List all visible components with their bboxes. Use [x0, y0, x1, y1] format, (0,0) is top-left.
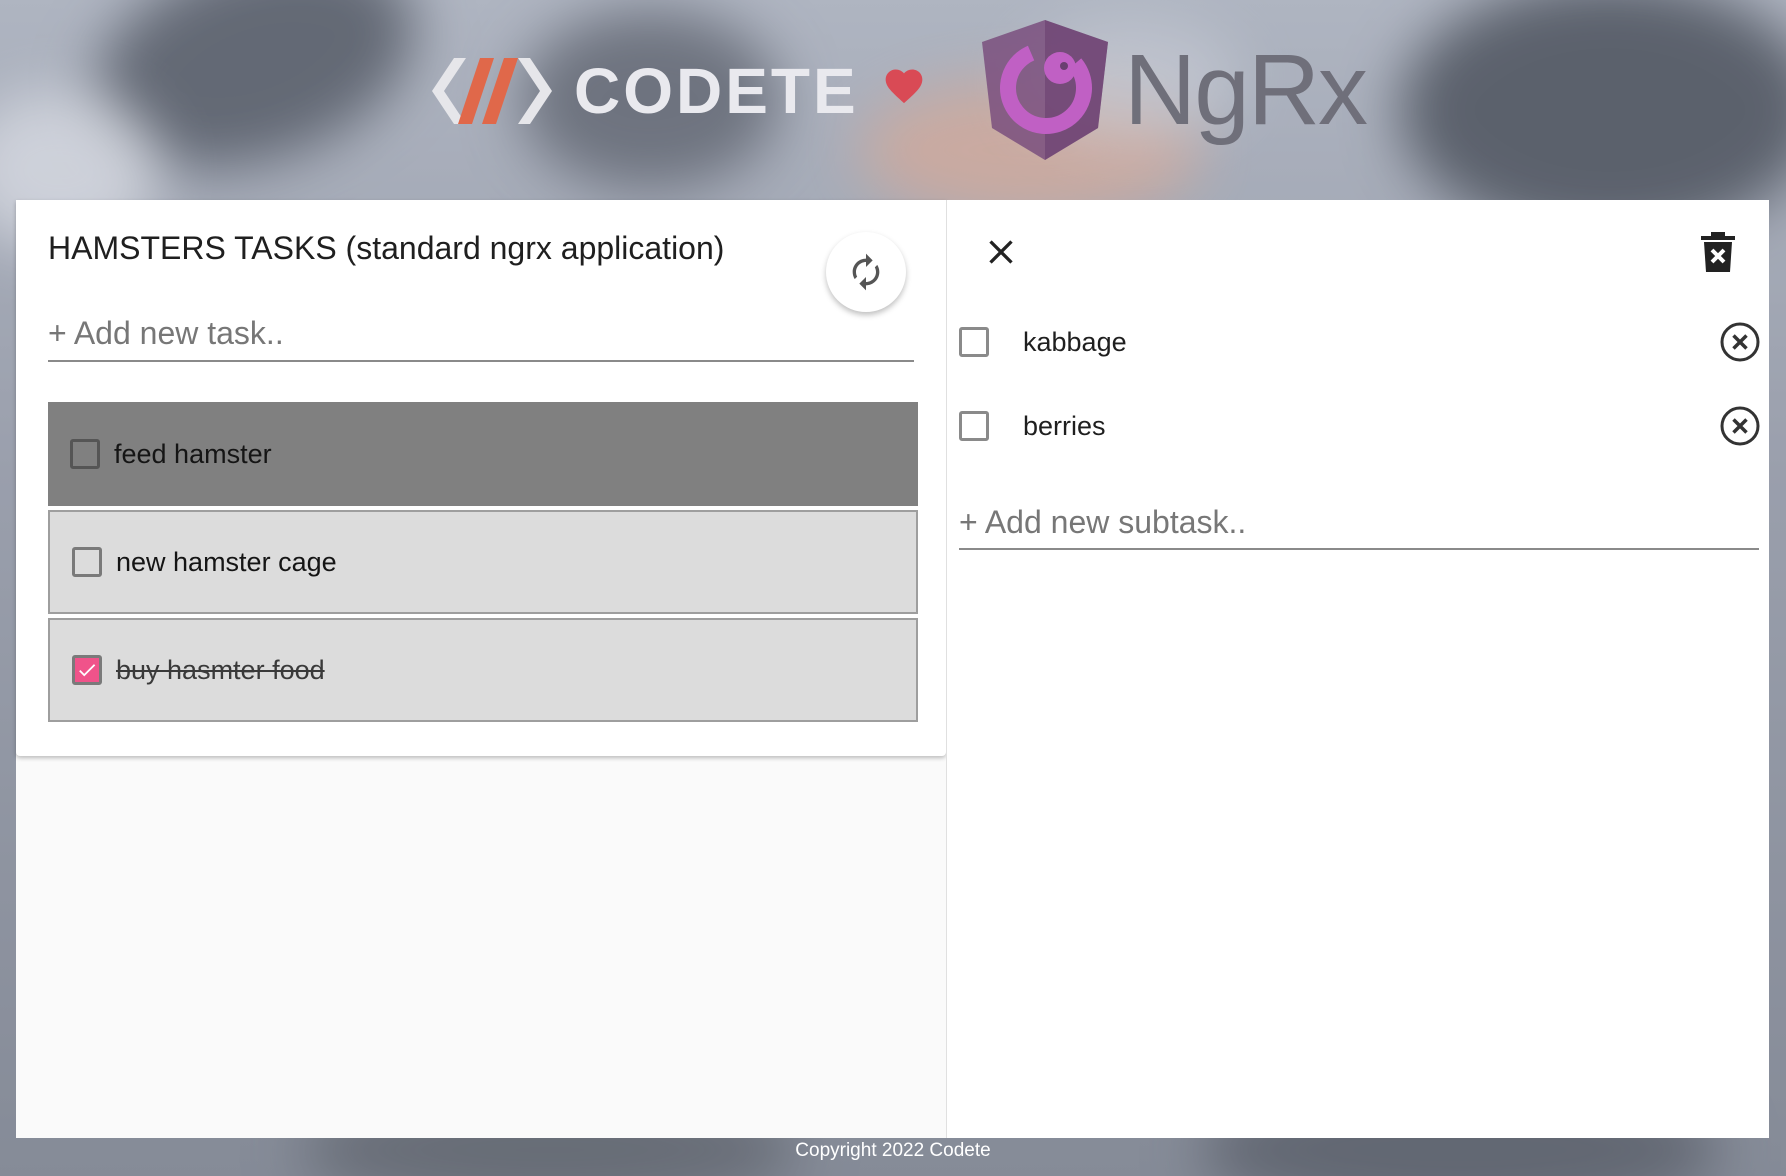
codete-logo-icon [432, 58, 552, 124]
tasks-card: HAMSTERS TASKS (standard ngrx applicatio… [16, 200, 946, 756]
task-label: new hamster cage [116, 546, 337, 577]
remove-subtask-icon[interactable] [1719, 321, 1761, 363]
subtask-label: kabbage [1023, 326, 1127, 357]
task-item[interactable]: new hamster cage [48, 510, 918, 614]
task-checkbox[interactable] [72, 547, 102, 577]
remove-subtask-icon[interactable] [1719, 405, 1761, 447]
heart-icon [885, 69, 923, 104]
footer-copyright: Copyright 2022 Codete [795, 1140, 991, 1161]
subtask-label: berries [1023, 410, 1106, 441]
subtask-checkbox[interactable] [959, 327, 989, 357]
header: CODETE NgRx [0, 0, 1786, 200]
add-subtask-input[interactable] [959, 496, 1759, 548]
add-task-field[interactable] [48, 306, 914, 362]
task-item[interactable]: buy hasmter food [48, 618, 918, 722]
ngrx-logo-text: NgRx [1124, 34, 1368, 146]
task-checkbox[interactable] [70, 439, 100, 469]
add-task-input[interactable] [48, 306, 914, 360]
subtask-checkbox[interactable] [959, 411, 989, 441]
refresh-button[interactable] [826, 232, 906, 312]
add-subtask-field[interactable] [959, 496, 1759, 550]
codete-logo-text: CODETE [574, 55, 859, 127]
task-item[interactable]: feed hamster [48, 402, 918, 506]
checkmark-icon [79, 664, 96, 677]
subtask-item[interactable]: berries [959, 396, 1761, 456]
ngrx-logo-icon [982, 20, 1108, 160]
subtask-item[interactable]: kabbage [959, 312, 1761, 372]
delete-icon[interactable] [1701, 232, 1735, 272]
task-checkbox[interactable] [72, 655, 102, 685]
task-detail-panel: kabbage berries [946, 200, 1769, 1138]
page-title: HAMSTERS TASKS (standard ngrx applicatio… [48, 230, 725, 266]
refresh-icon [852, 253, 880, 291]
task-label: buy hasmter food [116, 654, 325, 685]
task-label: feed hamster [114, 438, 272, 469]
close-icon[interactable] [981, 232, 1021, 272]
